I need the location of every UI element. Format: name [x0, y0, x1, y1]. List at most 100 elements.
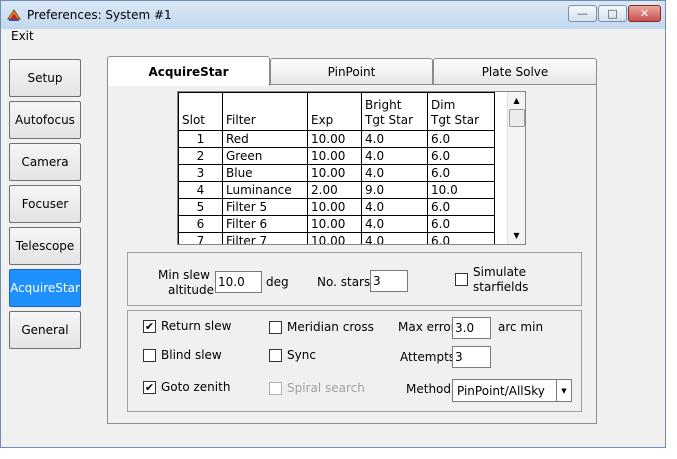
- spiral-search-label: Spiral search: [287, 381, 365, 395]
- cell-slot[interactable]: 1: [178, 130, 223, 148]
- minimize-icon: —: [577, 7, 588, 20]
- cell-dim[interactable]: 6.0: [427, 198, 495, 216]
- maximize-button[interactable]: □: [598, 5, 627, 22]
- cell-exp[interactable]: 10.00: [307, 147, 362, 165]
- cell-dim[interactable]: 6.0: [427, 215, 495, 233]
- minimize-button[interactable]: —: [568, 5, 597, 22]
- table-row[interactable]: 7 Filter 7 10.00 4.0 6.0: [178, 232, 495, 244]
- cell-dim[interactable]: 6.0: [427, 130, 495, 148]
- simulate-starfields-checkbox[interactable]: [455, 273, 468, 286]
- goto-zenith-label: Goto zenith: [161, 380, 231, 394]
- sidebar-item-autofocus[interactable]: Autofocus: [9, 101, 81, 139]
- cell-filter[interactable]: Filter 6: [222, 215, 308, 233]
- title-bar[interactable]: Preferences: System #1 — □ ✕: [1, 1, 665, 30]
- method-select[interactable]: PinPoint/AllSky ▼: [452, 379, 572, 402]
- filter-grid: Slot Filter Exp Bright Tgt Star Dim Tgt …: [178, 92, 495, 244]
- cell-filter[interactable]: Green: [222, 147, 308, 165]
- sidebar-item-telescope[interactable]: Telescope: [9, 227, 81, 265]
- tab-acquirestar[interactable]: AcquireStar: [107, 56, 270, 86]
- filter-table[interactable]: Slot Filter Exp Bright Tgt Star Dim Tgt …: [177, 91, 526, 245]
- close-icon: ✕: [639, 7, 650, 20]
- menu-exit[interactable]: Exit: [11, 29, 34, 43]
- cell-slot[interactable]: 5: [178, 198, 223, 216]
- meridian-cross-label: Meridian cross: [287, 320, 374, 334]
- table-row[interactable]: 2 Green 10.00 4.0 6.0: [178, 147, 495, 165]
- table-row[interactable]: 4 Luminance 2.00 9.0 10.0: [178, 181, 495, 199]
- goto-zenith-checkbox[interactable]: ✔: [143, 381, 156, 394]
- cell-exp[interactable]: 2.00: [307, 181, 362, 199]
- table-scrollbar[interactable]: ▲ ▼: [507, 92, 525, 244]
- stars-input[interactable]: 3: [370, 270, 408, 292]
- stars-label: No. stars: [317, 275, 371, 289]
- tab-pinpoint[interactable]: PinPoint: [270, 58, 433, 85]
- simulate-label-line1: Simulate: [473, 265, 527, 279]
- min-slew-altitude-input[interactable]: 10.0: [215, 271, 262, 293]
- menu-bar: Exit: [1, 29, 665, 45]
- return-slew-checkbox[interactable]: ✔: [143, 320, 156, 333]
- scroll-up-icon[interactable]: ▲: [509, 93, 524, 108]
- cell-bright[interactable]: 4.0: [361, 147, 428, 165]
- spiral-search-checkbox: [269, 382, 282, 395]
- table-row[interactable]: 5 Filter 5 10.00 4.0 6.0: [178, 198, 495, 216]
- cell-filter[interactable]: Blue: [222, 164, 308, 182]
- chevron-down-icon[interactable]: ▼: [556, 380, 571, 401]
- max-error-unit: arc min: [498, 320, 544, 334]
- cell-slot[interactable]: 3: [178, 164, 223, 182]
- blind-slew-checkbox[interactable]: [143, 349, 156, 362]
- scroll-thumb[interactable]: [509, 109, 525, 127]
- window-title: Preferences: System #1: [27, 8, 172, 22]
- blind-slew-label: Blind slew: [161, 348, 222, 362]
- min-slew-label-line1: Min slew: [158, 268, 210, 282]
- cell-slot[interactable]: 2: [178, 147, 223, 165]
- cell-exp[interactable]: 10.00: [307, 232, 362, 244]
- sidebar-item-camera[interactable]: Camera: [9, 143, 81, 181]
- column-header-exp[interactable]: Exp: [307, 92, 362, 131]
- close-button[interactable]: ✕: [628, 5, 661, 22]
- cell-dim[interactable]: 6.0: [427, 232, 495, 244]
- cell-filter[interactable]: Luminance: [222, 181, 308, 199]
- column-header-slot[interactable]: Slot: [178, 92, 223, 131]
- sidebar-item-acquirestar[interactable]: AcquireStar: [9, 269, 81, 307]
- table-row[interactable]: 3 Blue 10.00 4.0 6.0: [178, 164, 495, 182]
- cell-filter[interactable]: Filter 7: [222, 232, 308, 244]
- column-header-bright-tgt-star[interactable]: Bright Tgt Star: [361, 92, 428, 131]
- cell-slot[interactable]: 6: [178, 215, 223, 233]
- return-slew-label: Return slew: [161, 319, 232, 333]
- cell-exp[interactable]: 10.00: [307, 130, 362, 148]
- column-header-dim-tgt-star[interactable]: Dim Tgt Star: [427, 92, 495, 131]
- cell-exp[interactable]: 10.00: [307, 215, 362, 233]
- cell-bright[interactable]: 4.0: [361, 215, 428, 233]
- cell-bright[interactable]: 4.0: [361, 232, 428, 244]
- sidebar-item-setup[interactable]: Setup: [9, 59, 81, 97]
- cell-slot[interactable]: 7: [178, 232, 223, 244]
- app-icon: [7, 9, 21, 21]
- cell-slot[interactable]: 4: [178, 181, 223, 199]
- table-header-row: Slot Filter Exp Bright Tgt Star Dim Tgt …: [178, 92, 495, 131]
- cell-bright[interactable]: 4.0: [361, 164, 428, 182]
- method-label: Method: [406, 382, 452, 396]
- max-error-input[interactable]: 3.0: [452, 317, 491, 339]
- sidebar-item-focuser[interactable]: Focuser: [9, 185, 81, 223]
- cell-dim[interactable]: 6.0: [427, 147, 495, 165]
- method-selected-value: PinPoint/AllSky: [457, 384, 545, 398]
- cell-filter[interactable]: Filter 5: [222, 198, 308, 216]
- cell-bright[interactable]: 9.0: [361, 181, 428, 199]
- meridian-cross-checkbox[interactable]: [269, 321, 282, 334]
- cell-filter[interactable]: Red: [222, 130, 308, 148]
- table-row[interactable]: 6 Filter 6 10.00 4.0 6.0: [178, 215, 495, 233]
- scroll-down-icon[interactable]: ▼: [509, 228, 524, 243]
- table-row[interactable]: 1 Red 10.00 4.0 6.0: [178, 130, 495, 148]
- column-header-filter[interactable]: Filter: [222, 92, 308, 131]
- cell-dim[interactable]: 6.0: [427, 164, 495, 182]
- min-slew-unit: deg: [266, 275, 289, 289]
- attempts-input[interactable]: 3: [452, 346, 491, 368]
- sidebar-item-general[interactable]: General: [9, 311, 81, 349]
- cell-bright[interactable]: 4.0: [361, 130, 428, 148]
- cell-exp[interactable]: 10.00: [307, 198, 362, 216]
- tab-plate-solve[interactable]: Plate Solve: [433, 58, 597, 85]
- sync-checkbox[interactable]: [269, 349, 282, 362]
- cell-bright[interactable]: 4.0: [361, 198, 428, 216]
- cell-dim[interactable]: 10.0: [427, 181, 495, 199]
- max-error-label: Max error: [398, 320, 456, 334]
- cell-exp[interactable]: 10.00: [307, 164, 362, 182]
